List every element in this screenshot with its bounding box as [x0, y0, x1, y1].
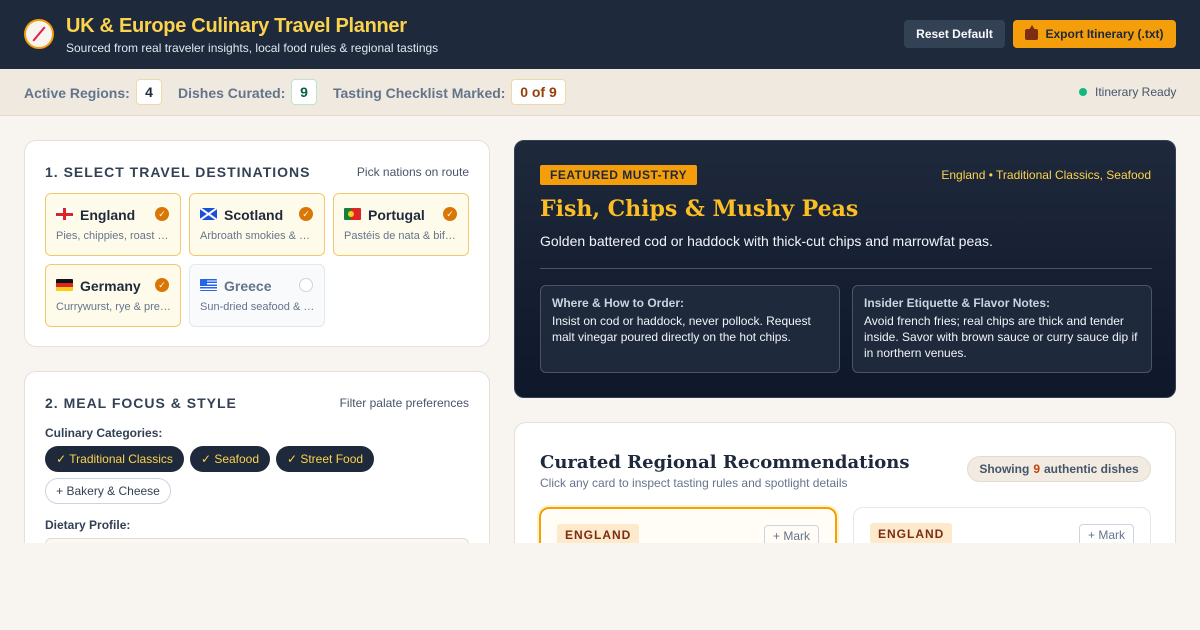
app-subtitle: Sourced from real traveler insights, loc…	[66, 41, 439, 55]
destination-description: Pies, chippies, roast dinners	[56, 230, 172, 242]
portugal-flag-icon	[344, 208, 361, 220]
category-chip-traditional-classics[interactable]: ✓ Traditional Classics	[45, 446, 184, 472]
destinations-card: 1. SELECT TRAVEL DESTINATIONS Pick natio…	[24, 140, 490, 347]
dishes-curated-value: 9	[291, 79, 317, 105]
featured-meta: England • Traditional Classics, Seafood	[941, 168, 1151, 182]
meal-focus-heading: 2. MEAL FOCUS & STYLE	[45, 395, 237, 411]
dish-count-prefix: Showing	[979, 462, 1030, 476]
dish-count-suffix: authentic dishes	[1044, 462, 1139, 476]
app-title: UK & Europe Culinary Travel Planner	[66, 15, 407, 37]
unchecked-circle-icon	[299, 278, 313, 292]
checklist-marked-value: 0 of 9	[511, 79, 566, 105]
compass-icon	[24, 19, 54, 49]
check-icon: ✓	[299, 207, 313, 221]
stats-bar: Active Regions: 4 Dishes Curated: 9 Tast…	[0, 69, 1200, 116]
recommendations-subtitle: Click any card to inspect tasting rules …	[540, 476, 848, 490]
check-icon: ✓	[155, 207, 169, 221]
destinations-hint: Pick nations on route	[356, 165, 469, 179]
category-chip-street-food[interactable]: ✓ Street Food	[276, 446, 374, 472]
etiquette-text: Avoid french fries; real chips are thick…	[864, 314, 1138, 360]
itinerary-status-text: Itinerary Ready	[1095, 85, 1177, 99]
where-to-order-text: Insist on cod or haddock, never pollock.…	[552, 314, 811, 344]
category-chip-seafood[interactable]: ✓ Seafood	[190, 446, 270, 472]
etiquette-box: Insider Etiquette & Flavor Notes: Avoid …	[852, 285, 1152, 373]
checklist-marked-label: Tasting Checklist Marked:	[333, 85, 506, 101]
page-background	[0, 543, 1200, 630]
check-icon: ✓	[155, 278, 169, 292]
dish-count-value: 9	[1033, 462, 1040, 476]
dish-region-tag: ENGLAND	[870, 523, 953, 544]
dishes-curated-label: Dishes Curated:	[178, 85, 286, 101]
destination-name: Greece	[224, 278, 272, 294]
dietary-profile-label: Dietary Profile:	[45, 518, 131, 532]
meal-focus-hint: Filter palate preferences	[339, 396, 469, 410]
reset-default-button[interactable]: Reset Default	[904, 20, 1005, 48]
app-header: UK & Europe Culinary Travel Planner Sour…	[0, 0, 1200, 69]
where-to-order-heading: Where & How to Order:	[552, 296, 685, 310]
where-to-order-box: Where & How to Order: Insist on cod or h…	[540, 285, 840, 373]
etiquette-heading: Insider Etiquette & Flavor Notes:	[864, 296, 1051, 310]
destination-description: Arbroath smokies & haggis	[200, 230, 316, 242]
inbox-tray-icon	[1025, 24, 1039, 40]
active-regions-value: 4	[136, 79, 162, 105]
germany-flag-icon	[56, 279, 73, 291]
destination-germany[interactable]: Germany ✓ Currywurst, rye & pretzels	[45, 264, 181, 327]
destination-name: Germany	[80, 278, 141, 294]
featured-badge: FEATURED MUST-TRY	[540, 165, 698, 185]
destination-description: Currywurst, rye & pretzels	[56, 301, 172, 313]
destinations-heading: 1. SELECT TRAVEL DESTINATIONS	[45, 164, 311, 180]
destination-portugal[interactable]: Portugal ✓ Pastéis de nata & bifanas	[333, 193, 469, 256]
category-chip-bakery-cheese[interactable]: + Bakery & Cheese	[45, 478, 171, 504]
check-icon: ✓	[443, 207, 457, 221]
destination-name: Portugal	[368, 207, 425, 223]
featured-title: Fish, Chips & Mushy Peas	[540, 196, 859, 222]
destination-scotland[interactable]: Scotland ✓ Arbroath smokies & haggis	[189, 193, 325, 256]
divider	[540, 268, 1152, 269]
destination-name: Scotland	[224, 207, 284, 223]
destination-description: Pastéis de nata & bifanas	[344, 230, 460, 242]
england-flag-icon	[56, 208, 73, 220]
recommendations-title: Curated Regional Recommendations	[540, 452, 910, 473]
dish-region-tag: ENGLAND	[557, 524, 640, 545]
export-itinerary-button[interactable]: Export Itinerary (.txt)	[1013, 20, 1176, 48]
status-dot-icon	[1079, 88, 1087, 96]
export-itinerary-label: Export Itinerary (.txt)	[1045, 27, 1164, 41]
destination-description: Sun-dried seafood & feta	[200, 301, 316, 313]
destination-england[interactable]: England ✓ Pies, chippies, roast dinners	[45, 193, 181, 256]
greece-flag-icon	[200, 279, 217, 291]
destination-name: England	[80, 207, 136, 223]
featured-dish-panel: FEATURED MUST-TRY England • Traditional …	[514, 140, 1176, 398]
featured-description: Golden battered cod or haddock with thic…	[540, 233, 993, 249]
dish-count-badge: Showing 9 authentic dishes	[967, 456, 1151, 482]
active-regions-label: Active Regions:	[24, 85, 130, 101]
destination-greece[interactable]: Greece Sun-dried seafood & feta	[189, 264, 325, 327]
culinary-categories-label: Culinary Categories:	[45, 426, 163, 440]
scotland-flag-icon	[200, 208, 217, 220]
